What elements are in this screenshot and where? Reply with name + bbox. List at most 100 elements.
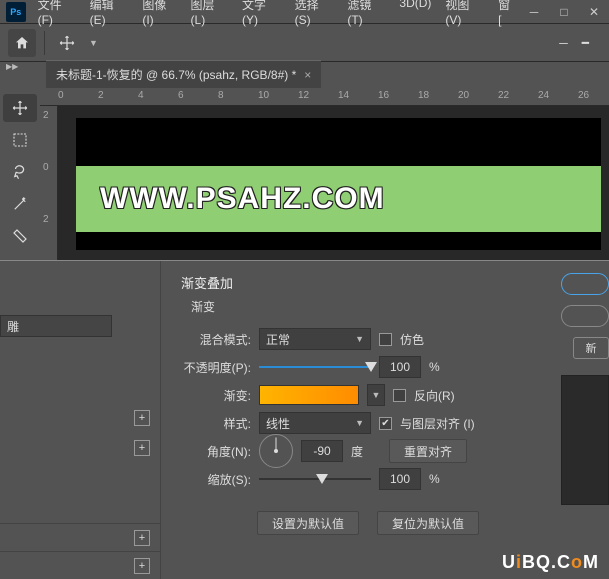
wand-icon bbox=[11, 195, 29, 213]
menu-layer[interactable]: 图层(L) bbox=[185, 0, 234, 30]
add-effect-icon[interactable]: + bbox=[134, 558, 150, 574]
menu-image[interactable]: 图像(I) bbox=[136, 0, 182, 30]
gradient-swatch[interactable] bbox=[259, 385, 359, 405]
dither-label: 仿色 bbox=[400, 331, 424, 348]
chevron-down-icon: ▼ bbox=[355, 418, 364, 428]
opacity-label: 不透明度(P): bbox=[181, 359, 251, 376]
canvas[interactable]: WWW.PSAHZ.COM bbox=[76, 118, 601, 250]
unit-degree: 度 bbox=[351, 443, 363, 460]
ok-button[interactable] bbox=[561, 273, 609, 295]
home-button[interactable] bbox=[8, 29, 36, 57]
set-default-button[interactable]: 设置为默认值 bbox=[257, 511, 359, 535]
ruler-tick: 8 bbox=[218, 90, 224, 101]
ruler-tick: 4 bbox=[138, 90, 144, 101]
dialog-right-panel: 新 bbox=[557, 261, 609, 579]
move-tool-icon bbox=[11, 99, 29, 117]
sidebar-item-label: 雕 bbox=[7, 318, 19, 335]
chevron-down-icon: ▼ bbox=[355, 334, 364, 344]
sidebar-effect-item[interactable]: + bbox=[0, 523, 160, 551]
banner-layer: WWW.PSAHZ.COM bbox=[76, 166, 601, 232]
scale-label: 缩放(S): bbox=[181, 471, 251, 488]
canvas-workarea: 0 2 4 6 8 10 12 14 16 18 20 22 24 26 2 0… bbox=[40, 88, 609, 260]
opacity-input[interactable]: 100 bbox=[379, 356, 421, 378]
document-tab[interactable]: 未标题-1-恢复的 @ 66.7% (psahz, RGB/8#) * × bbox=[46, 60, 321, 88]
menu-edit[interactable]: 编辑(E) bbox=[84, 0, 135, 30]
watermark: UiBQ.CoM bbox=[502, 552, 599, 573]
gradient-label: 渐变: bbox=[181, 387, 251, 404]
window-minimize-button[interactable]: ─ bbox=[519, 0, 549, 24]
scale-input[interactable]: 100 bbox=[379, 468, 421, 490]
align-checkbox[interactable] bbox=[379, 417, 392, 430]
menu-select[interactable]: 选择(S) bbox=[289, 0, 340, 30]
menu-file[interactable]: 文件(F) bbox=[32, 0, 82, 30]
lasso-tool[interactable] bbox=[3, 158, 37, 186]
ruler-tick: 0 bbox=[58, 90, 64, 101]
expand-panels-icon[interactable]: ▶▶ bbox=[6, 62, 18, 71]
sidebar-effect-item[interactable]: + bbox=[0, 403, 160, 433]
dialog-main: 渐变叠加 渐变 混合模式: 正常 ▼ 仿色 不透明度(P): 100 % 渐变: bbox=[160, 261, 557, 579]
section-title: 渐变叠加 bbox=[181, 273, 537, 292]
banner-text: WWW.PSAHZ.COM bbox=[100, 182, 385, 216]
ruler-tick: 16 bbox=[378, 90, 389, 101]
menu-window[interactable]: 窗[ bbox=[492, 0, 519, 30]
ruler-horizontal: 0 2 4 6 8 10 12 14 16 18 20 22 24 26 bbox=[40, 88, 609, 106]
sidebar-effect-item[interactable]: 雕 bbox=[0, 315, 112, 337]
dialog-sidebar: 雕 + + + + bbox=[0, 261, 160, 579]
move-tool-option[interactable] bbox=[53, 29, 81, 57]
move-icon bbox=[58, 34, 76, 52]
scale-slider[interactable] bbox=[259, 472, 371, 486]
add-effect-icon[interactable]: + bbox=[134, 410, 150, 426]
chevron-down-icon: ▼ bbox=[372, 390, 381, 400]
reset-align-button[interactable]: 重置对齐 bbox=[389, 439, 467, 463]
add-effect-icon[interactable]: + bbox=[134, 440, 150, 456]
ruler-tick: 10 bbox=[258, 90, 269, 101]
blend-mode-value: 正常 bbox=[266, 331, 290, 348]
preview-swatch bbox=[561, 375, 609, 505]
marquee-tool[interactable] bbox=[3, 126, 37, 154]
healing-icon bbox=[11, 227, 29, 245]
option-bar-icon2[interactable]: ━ bbox=[582, 36, 589, 50]
dither-checkbox[interactable] bbox=[379, 333, 392, 346]
opacity-slider[interactable] bbox=[259, 360, 371, 374]
ruler-tick: 18 bbox=[418, 90, 429, 101]
ruler-tick: 22 bbox=[498, 90, 509, 101]
chevron-down-icon[interactable]: ▼ bbox=[89, 38, 98, 48]
wand-tool[interactable] bbox=[3, 190, 37, 218]
ruler-tick: 2 bbox=[98, 90, 104, 101]
angle-dial[interactable] bbox=[259, 434, 293, 468]
ruler-tick: 24 bbox=[538, 90, 549, 101]
new-style-button[interactable]: 新 bbox=[573, 337, 609, 359]
window-maximize-button[interactable]: □ bbox=[549, 0, 579, 24]
app-logo: Ps bbox=[6, 2, 26, 22]
marquee-icon bbox=[12, 132, 28, 148]
menu-filter[interactable]: 滤镜(T) bbox=[341, 0, 391, 30]
angle-label: 角度(N): bbox=[181, 443, 251, 460]
ruler-tick: 0 bbox=[43, 162, 49, 173]
sidebar-effect-item[interactable]: + bbox=[0, 433, 160, 463]
ruler-tick: 2 bbox=[43, 214, 49, 225]
main-menu: 文件(F) 编辑(E) 图像(I) 图层(L) 文字(Y) 选择(S) 滤镜(T… bbox=[32, 0, 519, 30]
cancel-button[interactable] bbox=[561, 305, 609, 327]
blend-mode-label: 混合模式: bbox=[181, 331, 251, 348]
tab-close-icon[interactable]: × bbox=[304, 68, 311, 82]
gradient-dropdown[interactable]: ▼ bbox=[367, 384, 385, 406]
reverse-checkbox[interactable] bbox=[393, 389, 406, 402]
blend-mode-select[interactable]: 正常 ▼ bbox=[259, 328, 371, 350]
align-label: 与图层对齐 (I) bbox=[400, 415, 475, 432]
style-select[interactable]: 线性 ▼ bbox=[259, 412, 371, 434]
window-close-button[interactable]: ✕ bbox=[579, 0, 609, 24]
menu-view[interactable]: 视图(V) bbox=[439, 0, 490, 30]
move-tool[interactable] bbox=[3, 94, 37, 122]
ruler-tick: 12 bbox=[298, 90, 309, 101]
add-effect-icon[interactable]: + bbox=[134, 530, 150, 546]
menu-3d[interactable]: 3D(D) bbox=[393, 0, 437, 30]
option-bar-icon[interactable]: ─ bbox=[559, 36, 568, 50]
ruler-vertical: 2 0 2 bbox=[40, 106, 58, 260]
angle-input[interactable]: -90 bbox=[301, 440, 343, 462]
sidebar-effect-item[interactable]: + bbox=[0, 551, 160, 579]
section-subtitle: 渐变 bbox=[191, 298, 537, 315]
reset-default-button[interactable]: 复位为默认值 bbox=[377, 511, 479, 535]
style-label: 样式: bbox=[181, 415, 251, 432]
menu-type[interactable]: 文字(Y) bbox=[236, 0, 287, 30]
crop-tool[interactable] bbox=[3, 222, 37, 250]
